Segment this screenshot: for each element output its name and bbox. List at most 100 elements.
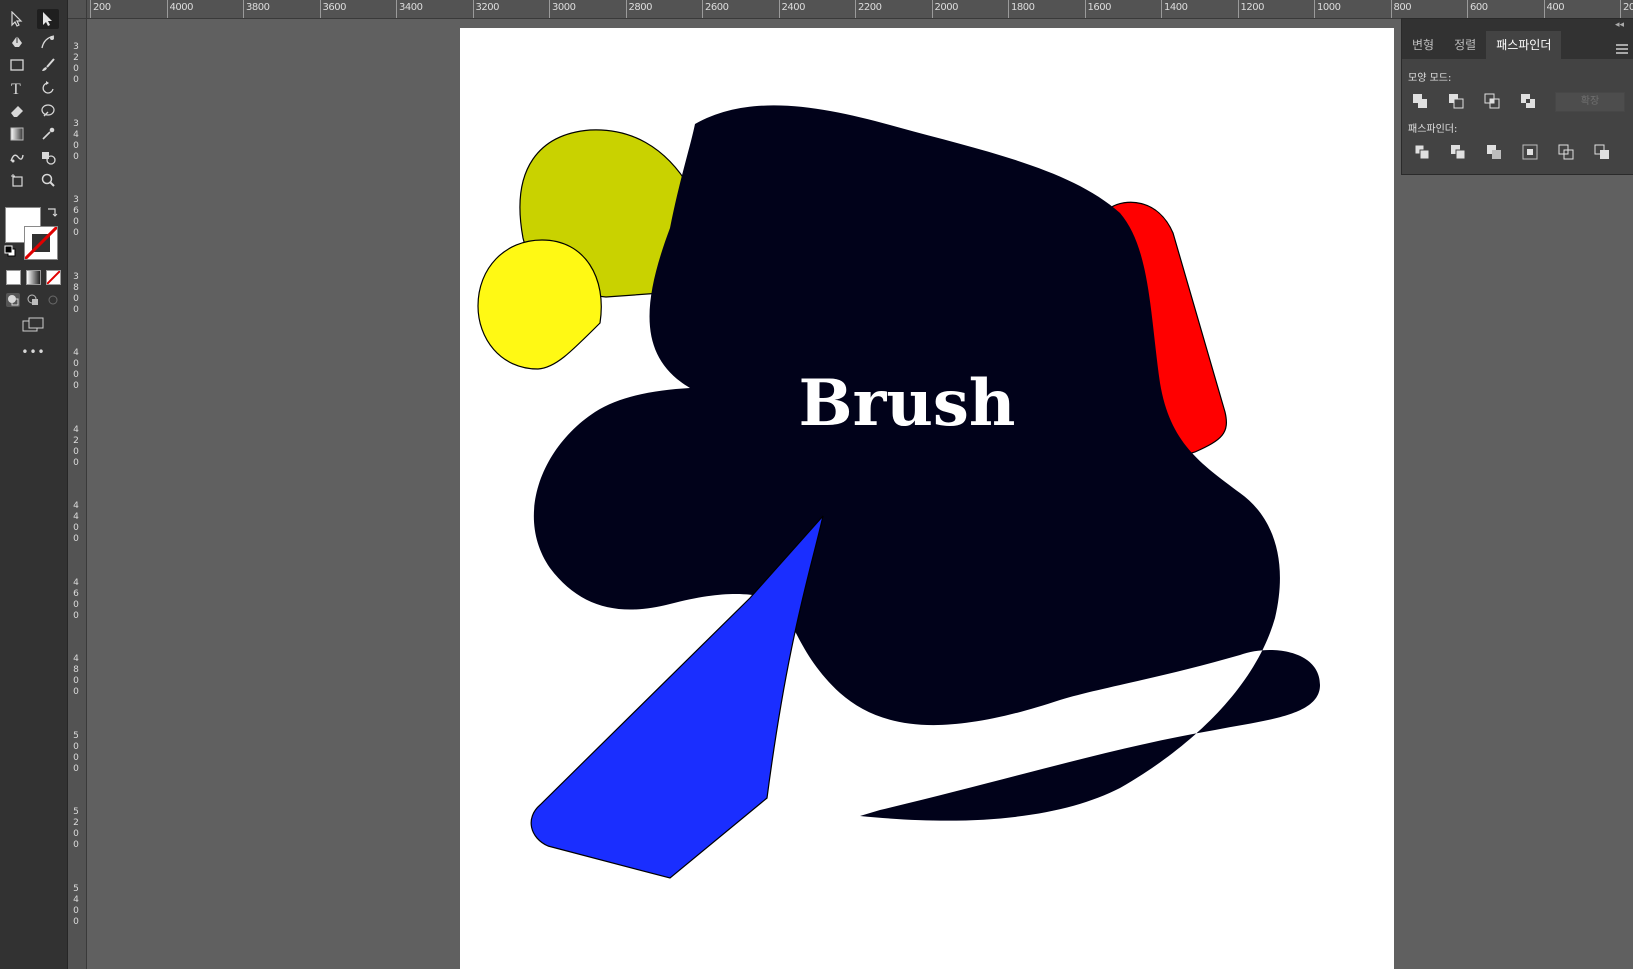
zoom-tool-icon[interactable]: [37, 170, 59, 190]
curvature-tool-icon[interactable]: [37, 32, 59, 52]
pen-tool-icon[interactable]: [6, 32, 28, 52]
none-mode-icon[interactable]: [46, 270, 61, 285]
ruler-label: 3800: [73, 271, 79, 315]
ruler-label: 200: [93, 2, 111, 13]
warp-tool-icon[interactable]: [37, 101, 59, 121]
ruler-label: 1800: [1011, 2, 1035, 13]
ruler-tick: [702, 0, 703, 18]
ruler-tick: [1008, 0, 1009, 18]
tools-panel: T •••: [0, 0, 68, 969]
ruler-tick: [90, 0, 91, 18]
type-tool-icon[interactable]: T: [6, 78, 28, 98]
default-colors-icon[interactable]: [4, 245, 16, 257]
ruler-label: 4600: [73, 577, 79, 621]
ruler-label: 3400: [399, 2, 423, 13]
vertical-ruler: 3200 3400 3600 3800 4000 4200 4400 4600 4800 5000…: [68, 18, 87, 969]
ruler-tick: [778, 0, 780, 18]
trim-icon[interactable]: [1448, 142, 1468, 162]
edit-toolbar-button[interactable]: •••: [0, 345, 67, 359]
ruler-label: 3600: [73, 195, 79, 238]
ruler-label: 1200: [1240, 2, 1265, 13]
tab-pathfinder[interactable]: 패스파인더: [1486, 31, 1562, 59]
ruler-label: 3200: [73, 42, 79, 85]
ruler-label: 2800: [628, 2, 653, 13]
ruler-tick: [166, 0, 168, 18]
ruler-tick: [1543, 0, 1545, 18]
draw-normal-icon[interactable]: [6, 293, 20, 307]
exclude-icon[interactable]: [1518, 91, 1538, 111]
ruler-label: 3800: [246, 2, 270, 13]
ruler-tick: [472, 0, 474, 18]
shape-modes-label: 모양 모드:: [1408, 73, 1452, 84]
ruler-tick: [625, 0, 627, 18]
tab-align[interactable]: 정렬: [1444, 31, 1486, 59]
ruler-label: 800: [1393, 2, 1412, 13]
rotate-tool-icon[interactable]: [37, 78, 59, 98]
none-stroke-icon: [25, 227, 57, 259]
ruler-label: 4400: [73, 501, 79, 544]
gradient-mode-icon[interactable]: [26, 270, 41, 285]
draw-inside-icon[interactable]: [46, 293, 60, 307]
artboard-tool-icon[interactable]: [6, 170, 28, 190]
ruler-label: 5400: [73, 883, 79, 927]
ruler-tick: [319, 0, 321, 18]
stroke-color-swatch[interactable]: [24, 226, 58, 260]
screen-mode-icon[interactable]: [22, 317, 44, 333]
ruler-label: 2000: [934, 2, 959, 13]
draw-behind-icon[interactable]: [26, 293, 40, 307]
ruler-label: 600: [1470, 2, 1488, 13]
ruler-label: 1600: [1087, 2, 1112, 13]
ruler-label: 2600: [705, 2, 729, 13]
ruler-tick: [549, 0, 550, 18]
outline-icon[interactable]: [1556, 142, 1576, 162]
ruler-label: 3000: [552, 2, 576, 13]
ruler-label: 2200: [858, 2, 882, 13]
ruler-tick: [1237, 0, 1239, 18]
intersect-icon[interactable]: [1482, 91, 1502, 111]
artwork-canvas[interactable]: Brush: [460, 28, 1394, 969]
tab-transform[interactable]: 변형: [1402, 31, 1444, 59]
expand-button[interactable]: 확장: [1555, 92, 1625, 112]
selection-tool-icon[interactable]: [6, 9, 28, 29]
horizontal-ruler: 200 4000 3800 3600 3400 3200 3000 2800 2600 2400 2…: [68, 0, 1633, 19]
unite-icon[interactable]: [1410, 91, 1430, 111]
eraser-tool-icon[interactable]: [6, 101, 28, 121]
ruler-label: 4800: [73, 654, 79, 697]
ruler-label: 4200: [73, 424, 79, 468]
pathfinders-label: 패스파인더:: [1408, 124, 1458, 135]
ruler-label: 1400: [1164, 2, 1188, 13]
ruler-tick: [243, 0, 244, 18]
color-mode-icon[interactable]: [6, 270, 21, 285]
minus-front-icon[interactable]: [1446, 91, 1466, 111]
ruler-label: 4000: [169, 2, 194, 13]
ruler-origin[interactable]: [68, 0, 87, 19]
ruler-tick: [1467, 0, 1468, 18]
merge-icon[interactable]: [1484, 142, 1504, 162]
ruler-tick: [1314, 0, 1315, 18]
ruler-tick: [1620, 0, 1621, 18]
shape-builder-tool-icon[interactable]: [37, 147, 59, 167]
swap-fill-stroke-icon[interactable]: [46, 206, 58, 218]
divide-icon[interactable]: [1412, 142, 1432, 162]
ruler-label: 200: [1623, 2, 1633, 13]
paintbrush-tool-icon[interactable]: [37, 55, 59, 75]
panel-header-bar: ◂◂: [1402, 19, 1633, 31]
panel-menu-icon[interactable]: [1616, 39, 1628, 58]
brush-text[interactable]: Brush: [799, 366, 1016, 441]
rectangle-tool-icon[interactable]: [6, 55, 28, 75]
puppet-warp-tool-icon[interactable]: [6, 147, 28, 167]
panel-tabs: 변형 정렬 패스파인더: [1402, 31, 1633, 59]
eyedropper-tool-icon[interactable]: [37, 124, 59, 144]
ruler-label: 1000: [1317, 2, 1341, 13]
yellow-circle-shape[interactable]: [477, 239, 602, 370]
ruler-label: 3400: [73, 118, 79, 162]
ruler-label: 400: [1546, 2, 1565, 13]
artboard[interactable]: Brush: [460, 28, 1394, 969]
minus-back-icon[interactable]: [1592, 142, 1612, 162]
direct-selection-tool-icon[interactable]: [37, 9, 59, 29]
gradient-tool-icon[interactable]: [6, 124, 28, 144]
collapse-panel-icon[interactable]: ◂◂: [1615, 19, 1624, 31]
ruler-label: 2400: [781, 2, 806, 13]
ruler-label: 5200: [73, 807, 79, 850]
crop-icon[interactable]: [1520, 142, 1540, 162]
